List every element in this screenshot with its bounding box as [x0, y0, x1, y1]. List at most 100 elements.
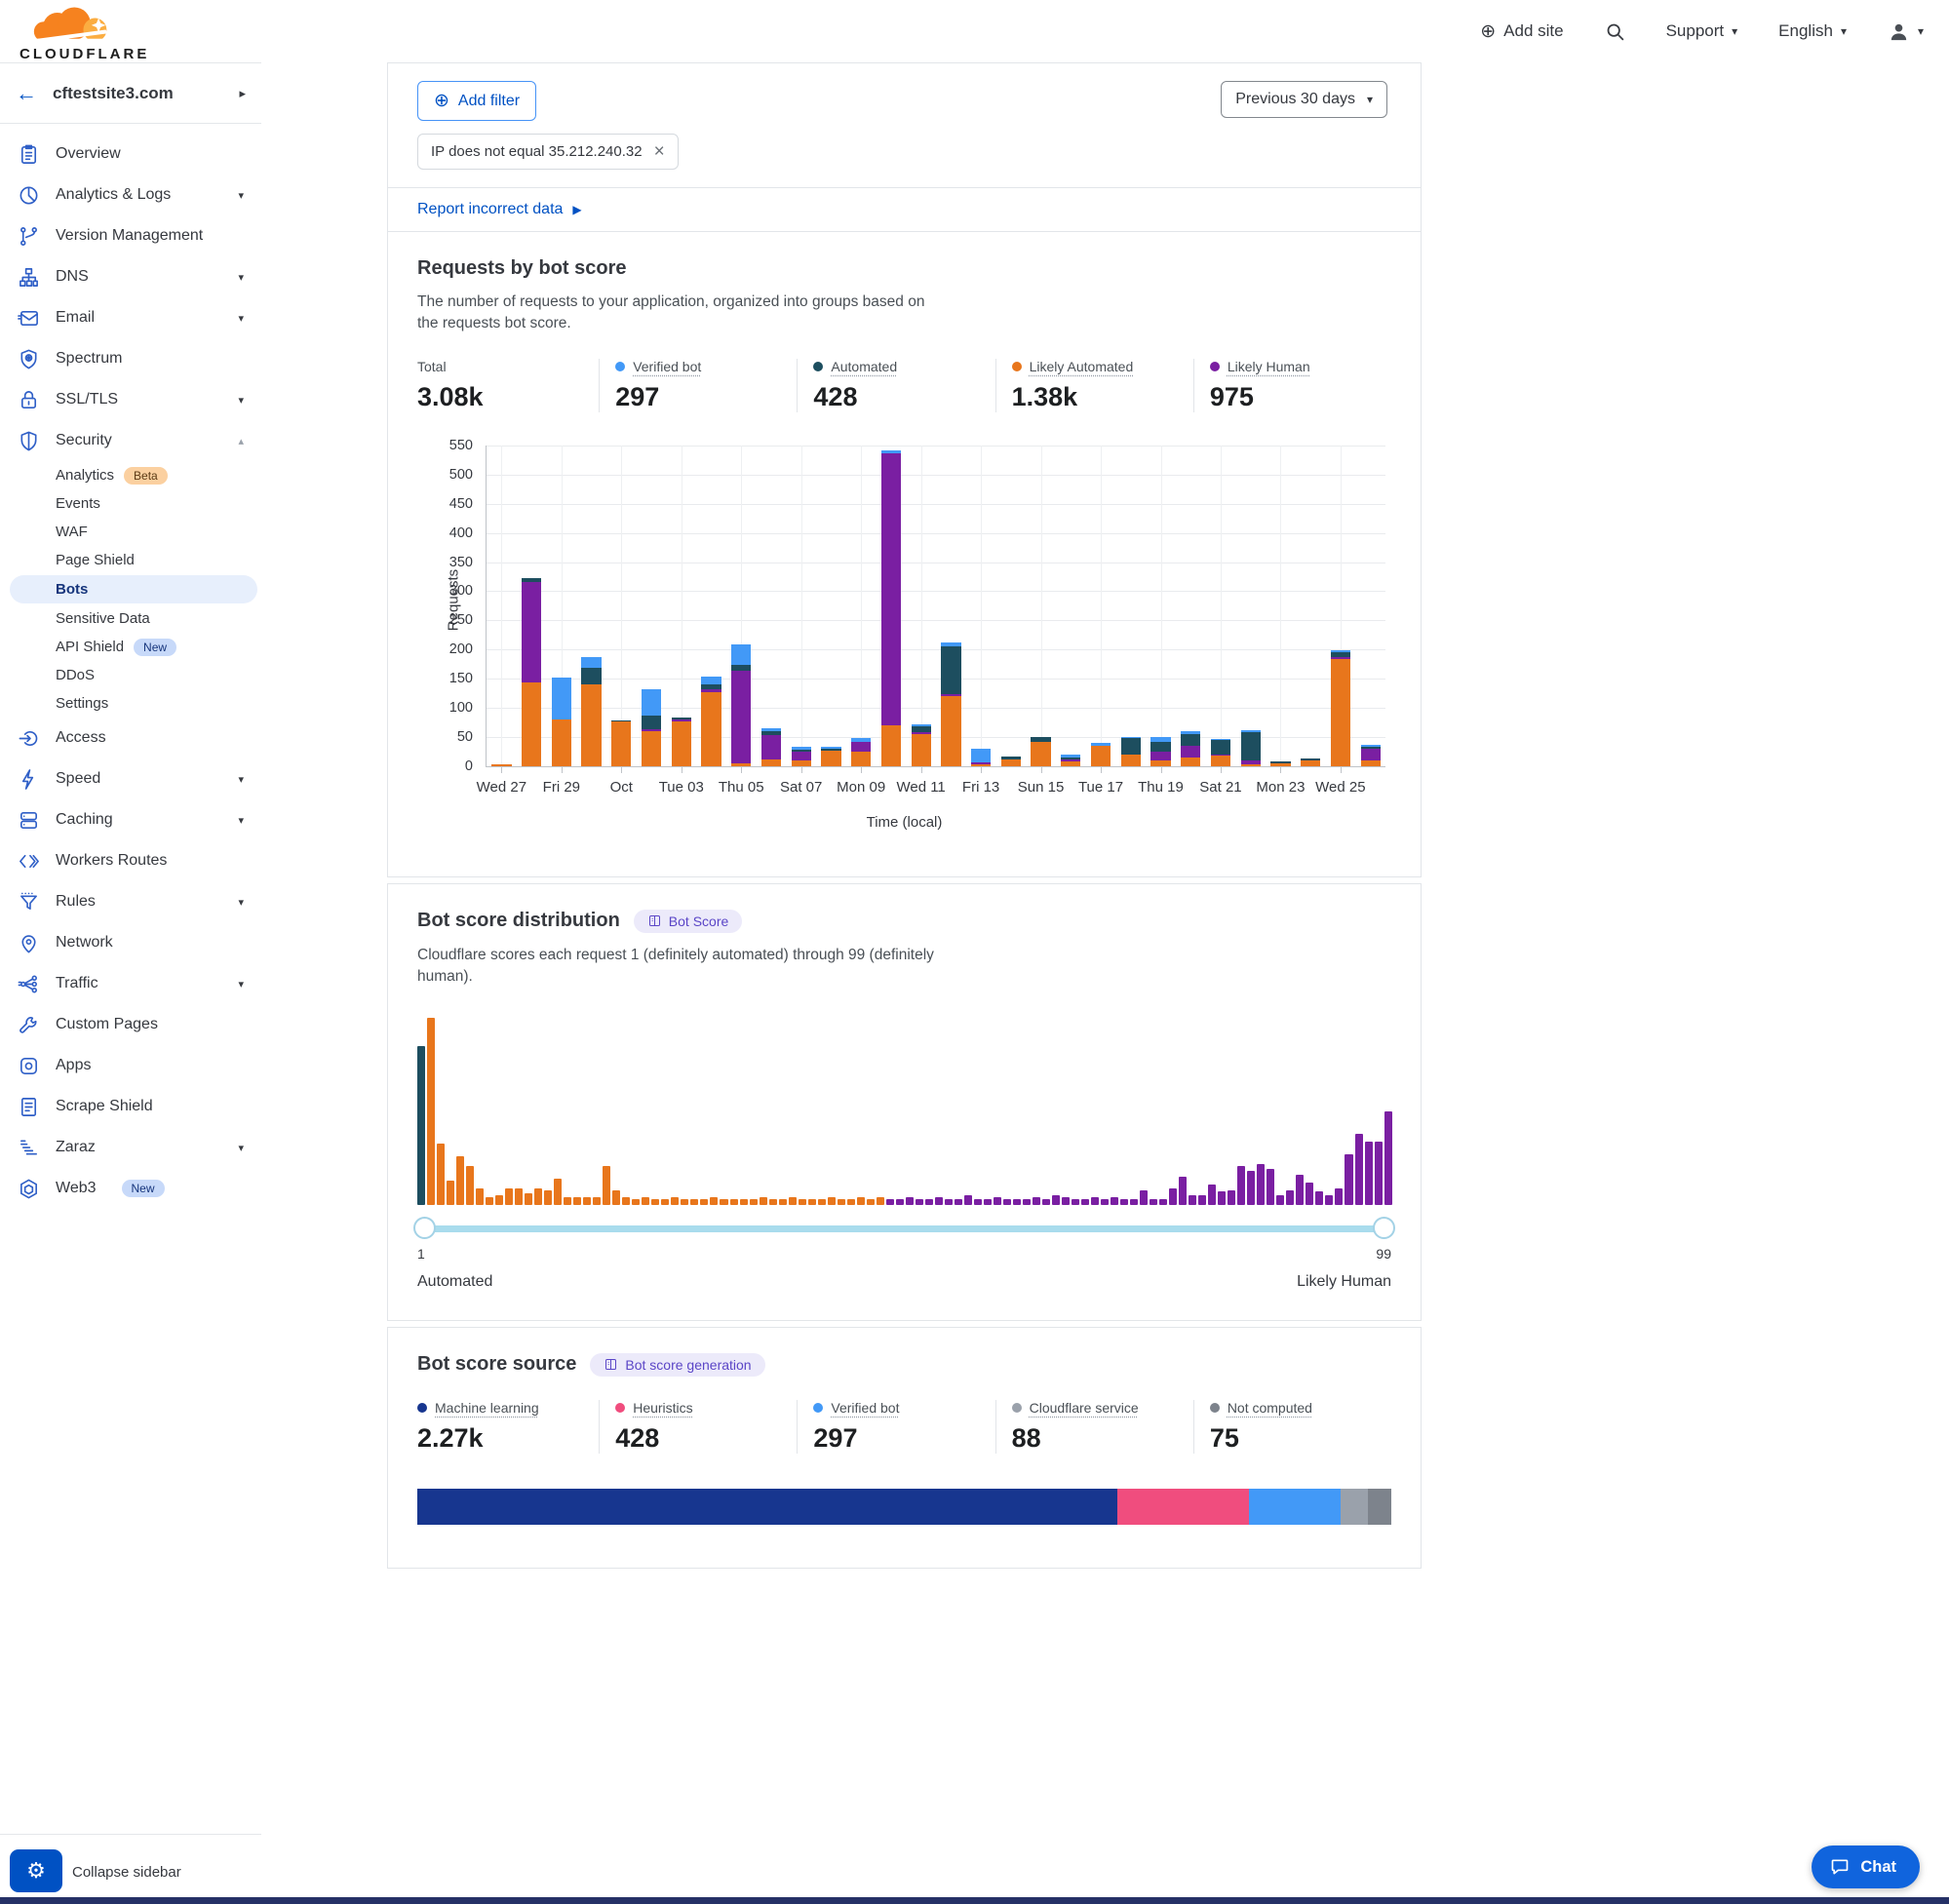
report-incorrect-data-link[interactable]: Report incorrect data ▶ — [388, 188, 1421, 232]
segment-likely_automated — [552, 719, 571, 766]
slider-handle-min[interactable] — [413, 1217, 436, 1239]
histogram-bar-likely_human — [1306, 1183, 1313, 1205]
sidebar-subitem-bots[interactable]: Bots — [10, 575, 257, 603]
histogram-bar-likely_human — [1218, 1191, 1226, 1204]
y-tick-label: 150 — [430, 671, 473, 686]
slider-handle-max[interactable] — [1373, 1217, 1395, 1239]
date-range-selector[interactable]: Previous 30 days ▾ — [1221, 81, 1387, 118]
stat-likely-automated: Likely Automated1.38k — [995, 359, 1193, 412]
sidebar-item-label: Caching — [56, 811, 113, 829]
sidebar-item-scrape-shield[interactable]: Scrape Shield — [0, 1086, 261, 1127]
slider-track[interactable] — [419, 1225, 1389, 1232]
language-label: English — [1778, 21, 1833, 41]
score-range-slider[interactable] — [417, 1217, 1391, 1240]
sidebar-subitem-page-shield[interactable]: Page Shield — [0, 546, 261, 574]
settings-gear-button[interactable]: ⚙ — [10, 1849, 62, 1892]
sidebar-subitem-waf[interactable]: WAF — [0, 518, 261, 546]
source-segment-not-computed — [1368, 1489, 1391, 1525]
sidebar-subitem-api-shield[interactable]: API ShieldNew — [0, 633, 261, 661]
sidebar-item-overview[interactable]: Overview — [0, 134, 261, 175]
segment-likely_automated — [1301, 760, 1320, 766]
sidebar-item-custom-pages[interactable]: Custom Pages — [0, 1004, 261, 1045]
overview-icon — [18, 143, 40, 166]
sidebar-subitem-sensitive-data[interactable]: Sensitive Data — [0, 604, 261, 633]
sidebar-item-version-management[interactable]: Version Management — [0, 215, 261, 256]
bars-layer — [487, 446, 1385, 766]
stacked-bar — [1121, 737, 1141, 766]
stat-label[interactable]: Machine learning — [435, 1400, 539, 1416]
sidebar-subitem-events[interactable]: Events — [0, 489, 261, 518]
sidebar-item-zaraz[interactable]: Zaraz▾ — [0, 1127, 261, 1168]
legend-dot — [1210, 1403, 1220, 1413]
sidebar-item-label: Email — [56, 309, 95, 327]
segment-verified_bot — [701, 677, 721, 684]
add-site-button[interactable]: ⊕ Add site — [1480, 20, 1563, 43]
ssl-icon — [18, 389, 40, 411]
segment-automated — [1121, 738, 1141, 755]
add-filter-button[interactable]: ⊕ Add filter — [417, 81, 536, 121]
chat-button[interactable]: Chat — [1812, 1846, 1920, 1888]
stat-label[interactable]: Likely Human — [1228, 359, 1310, 374]
histogram-bar-likely_automated — [818, 1199, 826, 1205]
sidebar-item-web3[interactable]: Web3New — [0, 1168, 261, 1209]
caret-down-icon: ▾ — [1841, 24, 1847, 38]
filter-chip[interactable]: IP does not equal 35.212.240.32 × — [417, 134, 679, 170]
chevron-down-icon: ▾ — [238, 312, 244, 325]
x-tick — [1041, 767, 1042, 773]
histogram-bar-likely_human — [1345, 1154, 1352, 1205]
sidebar-subitem-analytics[interactable]: AnalyticsBeta — [0, 461, 261, 489]
collapse-sidebar-button[interactable]: Collapse sidebar — [72, 1864, 181, 1881]
bar-slot — [606, 446, 637, 766]
sidebar-item-traffic[interactable]: Traffic▾ — [0, 963, 261, 1004]
segment-likely_human — [522, 582, 541, 682]
y-tick-label: 300 — [430, 583, 473, 599]
x-tick-label: Mon 23 — [1256, 779, 1305, 796]
account-menu[interactable]: ▾ — [1888, 20, 1924, 43]
sidebar-item-network[interactable]: Network — [0, 922, 261, 963]
stat-automated: Automated428 — [797, 359, 994, 412]
language-menu[interactable]: English ▾ — [1778, 21, 1847, 41]
stacked-bar — [581, 657, 601, 766]
histogram-bar-likely_automated — [720, 1199, 727, 1205]
back-arrow-icon[interactable]: ← — [16, 81, 37, 106]
sidebar-item-analytics-logs[interactable]: Analytics & Logs▾ — [0, 175, 261, 215]
sidebar-item-speed[interactable]: Speed▾ — [0, 758, 261, 799]
stat-label[interactable]: Not computed — [1228, 1400, 1312, 1416]
stat-cloudflare-service: Cloudflare service88 — [995, 1400, 1193, 1454]
sidebar-subitem-settings[interactable]: Settings — [0, 689, 261, 718]
bot-score-generation-badge[interactable]: Bot score generation — [590, 1353, 764, 1377]
stat-label[interactable]: Cloudflare service — [1030, 1400, 1139, 1416]
stat-label[interactable]: Verified bot — [831, 1400, 899, 1416]
search-button[interactable] — [1605, 21, 1625, 42]
histogram-bar-likely_automated — [750, 1199, 758, 1205]
stacked-bar — [1181, 731, 1200, 766]
custom-pages-icon — [18, 1014, 40, 1036]
sidebar-item-access[interactable]: Access — [0, 718, 261, 758]
slider-max-value: 99 — [1376, 1246, 1391, 1262]
segment-automated — [1181, 734, 1200, 746]
site-switcher-caret-icon[interactable]: ▸ — [239, 86, 246, 101]
remove-filter-icon[interactable]: × — [654, 142, 665, 161]
web3-icon — [18, 1178, 40, 1200]
stat-label[interactable]: Verified bot — [633, 359, 701, 374]
stat-label[interactable]: Automated — [831, 359, 897, 374]
sidebar-item-rules[interactable]: Rules▾ — [0, 881, 261, 922]
sidebar-item-dns[interactable]: DNS▾ — [0, 256, 261, 297]
bot-score-badge[interactable]: Bot Score — [634, 910, 742, 933]
stat-label[interactable]: Likely Automated — [1030, 359, 1134, 374]
sidebar-item-security[interactable]: Security▴ — [0, 420, 261, 461]
x-tick-label: Oct — [610, 779, 633, 796]
support-menu[interactable]: Support ▾ — [1666, 21, 1738, 41]
sidebar-item-workers-routes[interactable]: Workers Routes — [0, 840, 261, 881]
sidebar-item-spectrum[interactable]: Spectrum — [0, 338, 261, 379]
segment-likely_automated — [941, 696, 960, 766]
histogram-bar-likely_human — [1033, 1197, 1040, 1205]
sidebar-subitem-ddos[interactable]: DDoS — [0, 661, 261, 689]
sidebar-item-caching[interactable]: Caching▾ — [0, 799, 261, 840]
sidebar-item-email[interactable]: Email ▾ — [0, 297, 261, 338]
sidebar-item-ssl-tls[interactable]: SSL/TLS▾ — [0, 379, 261, 420]
sidebar-item-label: Workers Routes — [56, 852, 167, 870]
stat-label[interactable]: Heuristics — [633, 1400, 692, 1416]
requests-card: ⊕ Add filter IP does not equal 35.212.24… — [387, 62, 1422, 877]
sidebar-item-apps[interactable]: Apps — [0, 1045, 261, 1086]
